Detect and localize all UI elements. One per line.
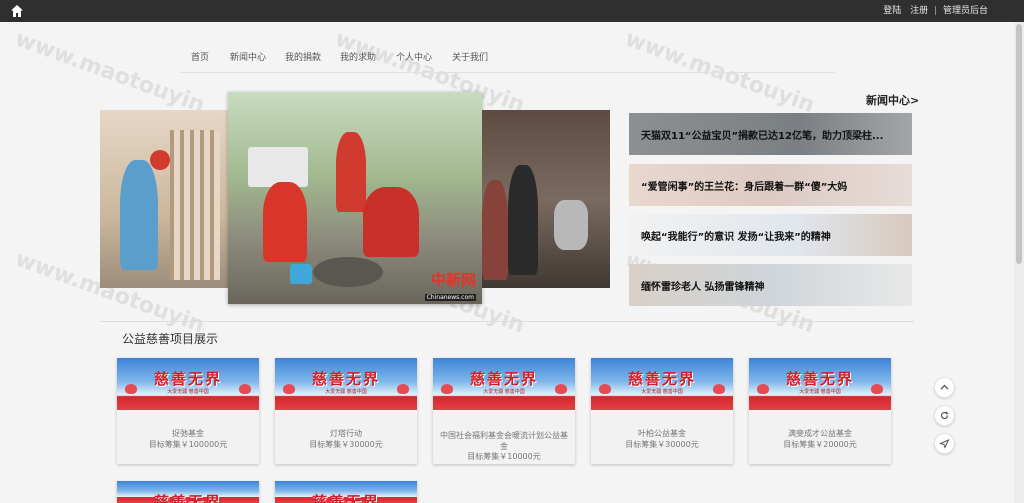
heart-icon bbox=[871, 384, 883, 394]
banner-subtitle: 大爱无疆 慈善中国 bbox=[799, 389, 841, 395]
heart-icon bbox=[283, 384, 295, 394]
home-icon[interactable] bbox=[10, 4, 24, 18]
news-item-title: “爱管闲事”的王兰花：身后跟着一群“傻”大妈 bbox=[641, 182, 848, 193]
project-banner: 慈善无界 bbox=[275, 481, 417, 503]
project-goal: 目标筹集￥100000元 bbox=[148, 440, 228, 449]
nav-item-my-donations[interactable]: 我的捐款 bbox=[285, 50, 321, 63]
news-item[interactable]: 天猫双11“公益宝贝”捐款已达12亿笔，助力顶梁柱... bbox=[629, 113, 912, 155]
carousel-watermark-sub: Chinanews.com bbox=[424, 294, 476, 301]
heart-icon bbox=[239, 384, 251, 394]
section-divider bbox=[100, 321, 914, 322]
project-card[interactable]: 慈善无界 大爱无疆 慈善中国 灯塔行动 目标筹集￥30000元 bbox=[275, 358, 417, 464]
nav-item-my-help[interactable]: 我的求助 bbox=[340, 50, 376, 63]
project-goal: 目标筹集￥30000元 bbox=[625, 440, 699, 449]
project-banner: 慈善无界 大爱无疆 慈善中国 bbox=[749, 358, 891, 410]
nav-item-personal[interactable]: 个人中心 bbox=[396, 50, 432, 63]
banner-subtitle: 大爱无疆 慈善中国 bbox=[641, 389, 683, 395]
project-card[interactable]: 慈善无界 大爱无疆 慈善中国 捉弛基金 目标筹集￥100000元 bbox=[117, 358, 259, 464]
project-banner: 慈善无界 bbox=[117, 481, 259, 503]
top-links: 登陆 注册 | 管理员后台 bbox=[883, 0, 988, 22]
project-name: 灯塔行动 bbox=[330, 429, 362, 438]
refresh-button[interactable] bbox=[934, 405, 955, 426]
nav-item-about[interactable]: 关于我们 bbox=[452, 50, 488, 63]
banner-subtitle: 大爱无疆 慈善中国 bbox=[167, 389, 209, 395]
carousel-slide-right[interactable] bbox=[482, 110, 610, 288]
carousel-slide-center[interactable]: 中新网 Chinanews.com bbox=[228, 92, 482, 304]
news-item[interactable]: 唤起“我能行”的意识 发扬“让我来”的精神 bbox=[629, 214, 912, 256]
heart-icon bbox=[125, 384, 137, 394]
heart-icon bbox=[599, 384, 611, 394]
project-name: 捉弛基金 bbox=[172, 429, 204, 438]
section-title: 公益慈善项目展示 bbox=[122, 332, 219, 346]
banner-subtitle: 大爱无疆 慈善中国 bbox=[325, 389, 367, 395]
project-banner: 慈善无界 大爱无疆 慈善中国 bbox=[117, 358, 259, 410]
project-card[interactable]: 慈善无界 bbox=[275, 481, 417, 503]
banner-title: 慈善无界 bbox=[153, 370, 222, 388]
project-banner: 慈善无界 大爱无疆 慈善中国 bbox=[591, 358, 733, 410]
scroll-top-button[interactable] bbox=[934, 377, 955, 398]
news-center-link[interactable]: 新闻中心> bbox=[866, 92, 919, 108]
project-card[interactable]: 慈善无界 大爱无疆 慈善中国 中国社会福利基金会暖流计划公益基金 目标筹集￥10… bbox=[433, 358, 575, 464]
project-goal: 目标筹集￥20000元 bbox=[783, 440, 857, 449]
banner-title: 慈善无界 bbox=[469, 370, 538, 388]
admin-link[interactable]: 管理员后台 bbox=[943, 6, 988, 16]
heart-icon bbox=[397, 384, 409, 394]
project-card[interactable]: 慈善无界 大爱无疆 慈善中国 满斐成才公益基金 目标筹集￥20000元 bbox=[749, 358, 891, 464]
project-name: 满斐成才公益基金 bbox=[788, 429, 852, 438]
page-scrollbar[interactable] bbox=[1014, 22, 1024, 503]
project-card[interactable]: 慈善无界 bbox=[117, 481, 259, 503]
project-banner: 慈善无界 大爱无疆 慈善中国 bbox=[433, 358, 575, 410]
news-item-title: 天猫双11“公益宝贝”捐款已达12亿笔，助力顶梁柱... bbox=[641, 131, 884, 142]
send-icon bbox=[939, 439, 950, 449]
login-link[interactable]: 登陆 bbox=[883, 6, 901, 16]
banner-title: 慈善无界 bbox=[785, 370, 854, 388]
banner-title: 慈善无界 bbox=[627, 370, 696, 388]
project-banner: 慈善无界 大爱无疆 慈善中国 bbox=[275, 358, 417, 410]
banner-title: 慈善无界 bbox=[311, 493, 380, 503]
project-goal: 目标筹集￥30000元 bbox=[309, 440, 383, 449]
heart-icon bbox=[555, 384, 567, 394]
banner-title: 慈善无界 bbox=[311, 370, 380, 388]
banner-title: 慈善无界 bbox=[153, 493, 222, 503]
news-item-title: 缅怀雷珍老人 弘扬雷锋精神 bbox=[641, 282, 765, 293]
project-name: 叶柏公益基金 bbox=[638, 429, 686, 438]
chevron-up-icon bbox=[940, 384, 949, 390]
register-link[interactable]: 注册 bbox=[910, 6, 928, 16]
nav-item-news[interactable]: 新闻中心 bbox=[230, 50, 266, 63]
heart-icon bbox=[757, 384, 769, 394]
news-item-title: 唤起“我能行”的意识 发扬“让我来”的精神 bbox=[641, 232, 831, 243]
news-item[interactable]: 缅怀雷珍老人 弘扬雷锋精神 bbox=[629, 264, 912, 306]
heart-icon bbox=[713, 384, 725, 394]
project-name: 中国社会福利基金会暖流计划公益基金 bbox=[440, 431, 568, 451]
project-card[interactable]: 慈善无界 大爱无疆 慈善中国 叶柏公益基金 目标筹集￥30000元 bbox=[591, 358, 733, 464]
project-goal: 目标筹集￥10000元 bbox=[467, 452, 541, 461]
news-item[interactable]: “爱管闲事”的王兰花：身后跟着一群“傻”大妈 bbox=[629, 164, 912, 206]
carousel-slide-left[interactable] bbox=[100, 110, 228, 288]
link-separator: | bbox=[934, 6, 938, 16]
send-button[interactable] bbox=[934, 433, 955, 454]
nav-item-home[interactable]: 首页 bbox=[191, 50, 209, 63]
carousel-watermark: 中新网 bbox=[430, 271, 476, 289]
refresh-icon bbox=[940, 411, 949, 420]
scrollbar-thumb[interactable] bbox=[1016, 24, 1022, 264]
top-bar: 登陆 注册 | 管理员后台 bbox=[0, 0, 1024, 22]
main-nav: 首页 新闻中心 我的捐款 我的求助 个人中心 关于我们 bbox=[180, 44, 835, 73]
banner-subtitle: 大爱无疆 慈善中国 bbox=[483, 389, 525, 395]
heart-icon bbox=[441, 384, 453, 394]
image-carousel[interactable]: 中新网 Chinanews.com bbox=[100, 92, 610, 307]
